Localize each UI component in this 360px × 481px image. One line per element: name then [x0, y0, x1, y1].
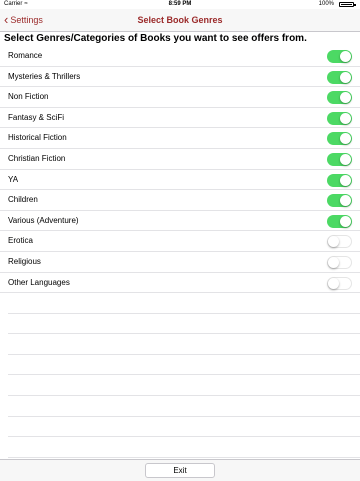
status-time: 8:59 PM	[168, 1, 192, 7]
toggle-knob	[340, 174, 351, 186]
genre-label: Erotica	[8, 236, 33, 246]
genre-row: Various (Adventure)	[0, 211, 360, 232]
genre-label: Fantasy & SciFi	[8, 112, 65, 122]
toggle-knob	[340, 92, 351, 104]
genre-label: Mysteries & Thrillers	[8, 71, 81, 81]
genre-toggle[interactable]	[327, 70, 352, 84]
empty-table-rows	[8, 293, 360, 458]
genre-toggle[interactable]	[327, 111, 352, 125]
toggle-knob	[340, 71, 351, 83]
genre-label: Religious	[8, 256, 41, 266]
exit-button[interactable]: Exit	[145, 463, 215, 478]
instructions-heading: Select Genres/Categories of Books you wa…	[4, 33, 307, 44]
toggle-knob	[340, 112, 351, 124]
toggle-knob	[340, 133, 351, 145]
genre-label: Non Fiction	[8, 92, 49, 102]
genre-label: Christian Fiction	[8, 153, 66, 163]
genre-row: Erotica	[0, 231, 360, 252]
toggle-knob	[328, 256, 339, 268]
genre-row: Religious	[0, 252, 360, 273]
empty-row	[8, 417, 360, 438]
genre-label: YA	[8, 174, 19, 184]
genre-row: Fantasy & SciFi	[0, 108, 360, 129]
genre-toggle[interactable]	[327, 132, 352, 146]
empty-row	[8, 437, 360, 458]
status-bar: Carrier ≈ 8:59 PM 100%	[0, 0, 360, 9]
genre-toggle[interactable]	[327, 214, 352, 228]
page-title: Select Book Genres	[137, 15, 223, 25]
empty-row	[8, 375, 360, 396]
genre-row: Historical Fiction	[0, 128, 360, 149]
toggle-knob	[340, 215, 351, 227]
genre-row: Children	[0, 190, 360, 211]
battery-icon	[339, 2, 356, 7]
genre-toggle[interactable]	[327, 276, 352, 290]
empty-row	[8, 396, 360, 417]
genre-toggle[interactable]	[327, 194, 352, 208]
navigation-bar: ‹ Settings Select Book Genres	[0, 9, 360, 32]
empty-row	[8, 293, 360, 314]
empty-row	[8, 355, 360, 376]
genre-toggle[interactable]	[327, 235, 352, 249]
toggle-knob	[328, 277, 339, 289]
genre-row: Other Languages	[0, 273, 360, 294]
genre-row: YA	[0, 170, 360, 191]
genre-toggle[interactable]	[327, 152, 352, 166]
toggle-knob	[340, 195, 351, 207]
genre-row: Non Fiction	[0, 87, 360, 108]
genre-toggle[interactable]	[327, 50, 352, 63]
genre-label: Other Languages	[8, 277, 70, 287]
genre-label: Romance	[8, 51, 43, 60]
genre-list: Romance Mysteries & Thrillers Non Fiction F…	[0, 46, 360, 294]
bottom-toolbar: Exit	[0, 459, 360, 481]
genre-row: Romance	[0, 46, 360, 67]
genre-row: Mysteries & Thrillers	[0, 67, 360, 88]
empty-row	[8, 334, 360, 355]
genre-label: Various (Adventure)	[8, 215, 79, 225]
toggle-knob	[340, 153, 351, 165]
genre-toggle[interactable]	[327, 255, 352, 269]
genre-label: Historical Fiction	[8, 133, 67, 143]
toggle-knob	[340, 51, 351, 62]
battery-percent: 100%	[318, 1, 334, 7]
genre-toggle[interactable]	[327, 91, 352, 105]
genre-toggle[interactable]	[327, 173, 352, 187]
toggle-knob	[328, 236, 339, 248]
genre-row: Christian Fiction	[0, 149, 360, 170]
genre-label: Children	[8, 195, 38, 205]
empty-row	[8, 314, 360, 335]
